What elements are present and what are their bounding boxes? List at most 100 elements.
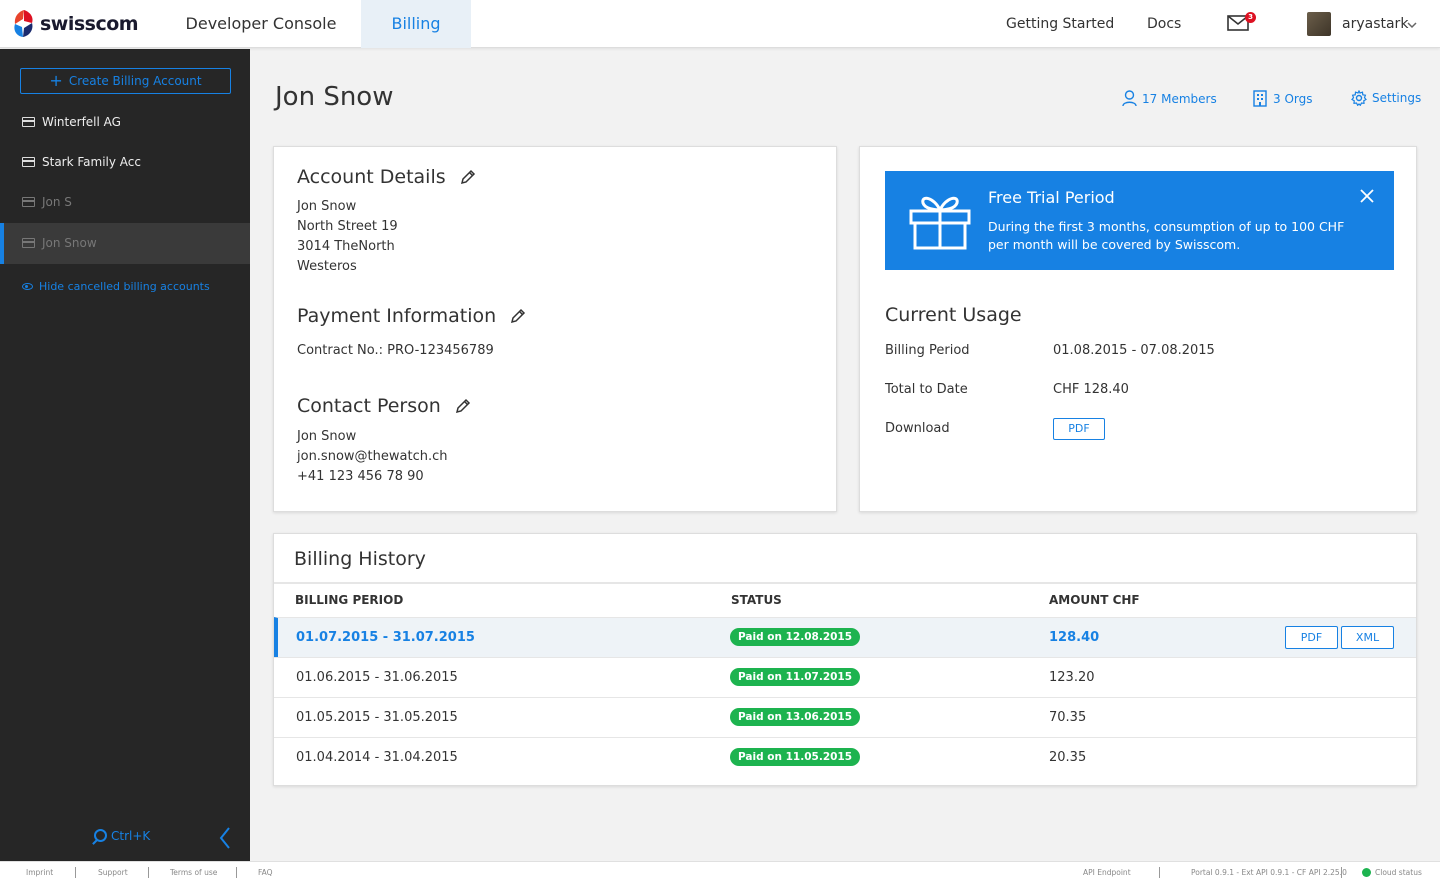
billing-period-value: 01.08.2015 - 07.08.2015 [1053, 343, 1215, 358]
orgs-label: 3 Orgs [1273, 91, 1313, 106]
sidebar-item-label: Jon S [42, 195, 72, 209]
footer-cloud-status-link[interactable]: Cloud status [1375, 862, 1422, 882]
contact-name: Jon Snow [297, 429, 357, 444]
nav-billing[interactable]: Billing [361, 0, 471, 48]
footer-separator [236, 867, 237, 878]
row-pdf-button[interactable]: PDF [1285, 626, 1338, 649]
nav-getting-started[interactable]: Getting Started [1006, 0, 1114, 48]
username[interactable]: aryastark [1342, 0, 1408, 48]
divider [274, 582, 1416, 584]
footer-api-endpoint-link[interactable]: API Endpoint [1083, 862, 1131, 882]
status-badge: Paid on 11.05.2015 [730, 748, 861, 766]
credit-card-icon [22, 238, 35, 248]
contact-title: Contact Person [297, 395, 441, 417]
top-bar: swisscom Developer Console Billing Getti… [0, 0, 1440, 48]
account-city: 3014 TheNorth [297, 239, 395, 254]
search-shortcut[interactable]: Ctrl+K [94, 829, 150, 843]
pencil-icon[interactable] [460, 169, 476, 185]
page-title: Jon Snow [275, 82, 394, 112]
account-country: Westeros [297, 259, 357, 274]
table-row[interactable]: 01.06.2015 - 31.06.2015 Paid on 11.07.20… [274, 657, 1416, 697]
orgs-link[interactable]: 3 Orgs [1252, 90, 1313, 107]
nav-developer-console[interactable]: Developer Console [180, 0, 342, 48]
row-period: 01.04.2014 - 31.04.2015 [296, 750, 458, 765]
settings-label: Settings [1372, 91, 1422, 105]
contact-heading: Contact Person [297, 395, 471, 417]
pencil-icon[interactable] [455, 398, 471, 414]
billing-period-label: Billing Period [885, 343, 970, 358]
hide-cancelled-label: Hide cancelled billing accounts [39, 280, 210, 293]
nav-docs[interactable]: Docs [1147, 0, 1181, 48]
row-amount: 123.20 [1049, 670, 1095, 685]
plus-icon: + [49, 71, 63, 90]
sidebar-item-label: Jon Snow [42, 236, 97, 250]
footer-separator [148, 867, 149, 878]
pencil-icon[interactable] [510, 308, 526, 324]
swisscom-logo-icon [14, 10, 33, 37]
gear-icon [1351, 90, 1367, 106]
download-pdf-button[interactable]: PDF [1053, 418, 1105, 440]
credit-card-icon [22, 197, 35, 207]
footer-versions: Portal 0.9.1 - Ext API 0.9.1 - CF API 2.… [1191, 868, 1347, 877]
row-amount: 20.35 [1049, 750, 1087, 765]
search-shortcut-label: Ctrl+K [111, 829, 151, 843]
row-amount: 128.40 [1049, 630, 1100, 645]
hide-cancelled-link[interactable]: Hide cancelled billing accounts [22, 280, 210, 293]
account-street: North Street 19 [297, 219, 398, 234]
billing-history-title: Billing History [294, 548, 426, 570]
collapse-sidebar-icon[interactable] [218, 826, 232, 850]
billing-history-panel: Billing History BILLING PERIOD STATUS AM… [273, 533, 1417, 786]
row-period: 01.05.2015 - 31.05.2015 [296, 710, 458, 725]
credit-card-icon [22, 157, 35, 167]
settings-link[interactable]: Settings [1351, 90, 1421, 106]
footer-separator [75, 867, 76, 878]
download-label: Download [885, 421, 950, 436]
footer-support-link[interactable]: Support [98, 862, 128, 882]
mail-count-badge: 3 [1245, 12, 1256, 23]
sidebar: + Create Billing Account Winterfell AG St… [0, 49, 250, 861]
sidebar-item-jon-s[interactable]: Jon S [0, 182, 250, 223]
sidebar-item-stark-family[interactable]: Stark Family Acc [0, 142, 250, 183]
sidebar-item-jon-snow[interactable]: Jon Snow [0, 223, 250, 264]
chevron-down-icon[interactable] [1407, 21, 1417, 29]
footer-imprint-link[interactable]: Imprint [26, 862, 53, 882]
members-label: 17 Members [1142, 91, 1217, 106]
footer: Imprint Support Terms of use FAQ API End… [0, 861, 1440, 882]
contract-number: Contract No.: PRO-123456789 [297, 343, 494, 358]
status-badge: Paid on 13.06.2015 [730, 708, 861, 726]
total-to-date-label: Total to Date [885, 382, 968, 397]
account-details-heading: Account Details [297, 166, 476, 188]
usage-panel: Free Trial Period During the first 3 mon… [859, 146, 1417, 512]
credit-card-icon [22, 117, 35, 127]
payment-heading: Payment Information [297, 305, 526, 327]
trial-title: Free Trial Period [988, 188, 1115, 207]
column-header-amount: AMOUNT CHF [1049, 593, 1140, 607]
user-icon [1122, 90, 1137, 107]
footer-terms-link[interactable]: Terms of use [170, 862, 217, 882]
row-amount: 70.35 [1049, 710, 1087, 725]
footer-separator [1341, 867, 1342, 878]
create-billing-account-button[interactable]: + Create Billing Account [20, 68, 231, 94]
status-badge: Paid on 12.08.2015 [730, 628, 861, 646]
row-period: 01.06.2015 - 31.06.2015 [296, 670, 458, 685]
members-link[interactable]: 17 Members [1122, 90, 1217, 107]
sidebar-item-winterfell[interactable]: Winterfell AG [0, 102, 250, 143]
table-row[interactable]: 01.07.2015 - 31.07.2015 Paid on 12.08.20… [274, 617, 1416, 657]
footer-separator [1159, 867, 1160, 878]
payment-title: Payment Information [297, 305, 497, 327]
account-details-title: Account Details [297, 166, 446, 188]
column-header-status: STATUS [731, 593, 782, 607]
close-icon[interactable] [1360, 189, 1374, 203]
swisscom-logo[interactable]: swisscom [10, 8, 139, 40]
sidebar-item-label: Stark Family Acc [42, 155, 141, 169]
building-icon [1253, 90, 1267, 107]
avatar[interactable] [1307, 12, 1331, 36]
sidebar-item-label: Winterfell AG [42, 115, 121, 129]
table-row[interactable]: 01.05.2015 - 31.05.2015 Paid on 13.06.20… [274, 697, 1416, 737]
row-xml-button[interactable]: XML [1341, 626, 1394, 649]
contact-phone: +41 123 456 78 90 [297, 469, 424, 484]
footer-faq-link[interactable]: FAQ [258, 862, 273, 882]
table-row[interactable]: 01.04.2014 - 31.04.2015 Paid on 11.05.20… [274, 737, 1416, 777]
brand-name: swisscom [40, 13, 139, 35]
account-name: Jon Snow [297, 199, 357, 214]
